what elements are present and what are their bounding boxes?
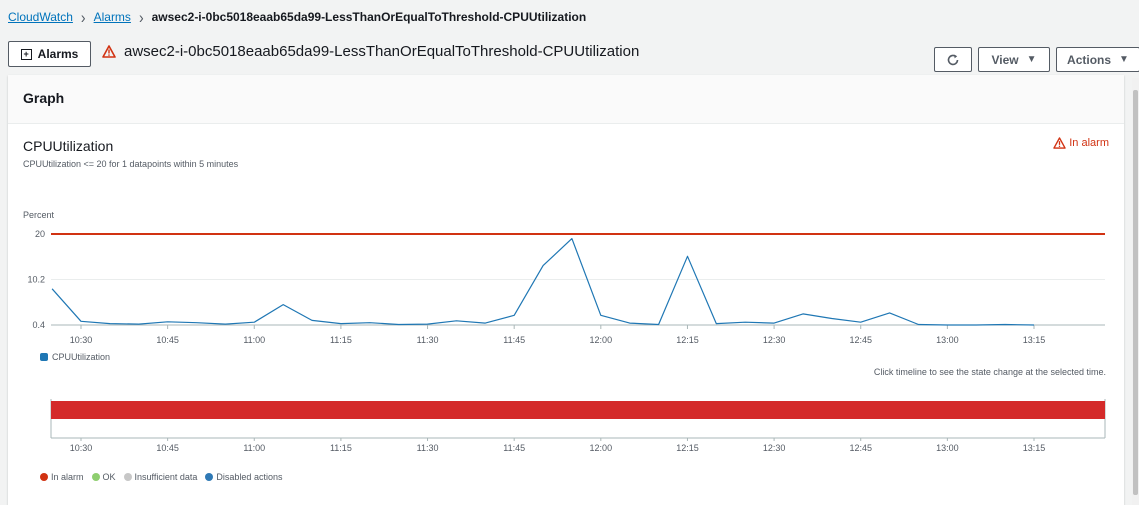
metric-chart[interactable]: 20 10.2 0.4 10:30 10:45 11:00 11:15 11:30 11:45 1…: [8, 75, 1124, 505]
x-tick-label: 12:00: [590, 335, 613, 345]
series-line-cpuutilization: [51, 238, 1035, 326]
x-tick-label: 11:30: [417, 335, 439, 345]
chevron-right-icon: ›: [80, 7, 86, 27]
y-tick-label: 10.2: [27, 275, 45, 285]
timeline-tick-label: 10:45: [156, 443, 179, 453]
timeline-tick-label: 12:30: [763, 443, 786, 453]
x-tick-label: 12:30: [763, 335, 786, 345]
x-tick-label: 10:30: [70, 335, 93, 345]
timeline-tick-label: 11:15: [330, 443, 352, 453]
timeline-tick-label: 11:00: [243, 443, 265, 453]
timeline-hint: Click timeline to see the state change a…: [873, 367, 1106, 377]
timeline-tick-label: 11:45: [503, 443, 525, 453]
x-tick-label: 12:45: [849, 335, 872, 345]
legend-label: Disabled actions: [216, 472, 283, 482]
x-tick-label: 11:45: [503, 335, 525, 345]
breadcrumb-current: awsec2-i-0bc5018eaab65da99-LessThanOrEqu…: [151, 10, 587, 24]
x-tick-label: 11:15: [330, 335, 352, 345]
page-header: + Alarms awsec2-i-0bc5018eaab65da99-Less…: [8, 41, 1139, 72]
legend-swatch: [123, 473, 132, 481]
page-title: awsec2-i-0bc5018eaab65da99-LessThanOrEqu…: [124, 43, 640, 60]
alarms-button-label: Alarms: [37, 47, 79, 61]
timeline-tick-label: 12:45: [849, 443, 872, 453]
breadcrumb-cloudwatch-link[interactable]: CloudWatch: [8, 10, 73, 24]
series-legend[interactable]: CPUUtilization: [40, 352, 110, 362]
vertical-scrollbar[interactable]: [1132, 78, 1139, 505]
x-tick-label: 13:15: [1023, 335, 1046, 345]
view-dropdown-button[interactable]: View ▼: [978, 47, 1050, 72]
y-tick-label: 0.4: [32, 320, 45, 330]
series-legend-label: CPUUtilization: [52, 352, 111, 362]
legend-disabled-actions: Disabled actions: [205, 472, 282, 482]
caret-down-icon: ▼: [1026, 54, 1037, 65]
warning-icon: [102, 45, 116, 58]
timeline-tick-label: 12:00: [590, 443, 613, 453]
legend-ok: OK: [91, 472, 116, 482]
x-tick-label: 10:45: [156, 335, 179, 345]
refresh-icon: [947, 54, 959, 65]
legend-in-alarm: In alarm: [40, 472, 84, 482]
legend-swatch: [91, 473, 100, 481]
legend-label: Insufficient data: [134, 472, 198, 482]
actions-button-label: Actions: [1067, 52, 1112, 67]
view-button-label: View: [991, 52, 1019, 67]
alarms-button[interactable]: + Alarms: [8, 41, 91, 67]
timeline-alarm-bar[interactable]: [51, 401, 1105, 419]
caret-down-icon: ▼: [1119, 54, 1129, 65]
timeline-tick-label: 13:15: [1023, 443, 1046, 453]
page-title-row: awsec2-i-0bc5018eaab65da99-LessThanOrEqu…: [102, 43, 639, 60]
timeline-tick-label: 10:30: [70, 443, 93, 453]
x-tick-label: 12:15: [676, 335, 699, 345]
breadcrumb-alarms-link[interactable]: Alarms: [94, 10, 131, 24]
expand-icon: +: [20, 48, 32, 60]
timeline-tick-label: 12:15: [676, 443, 699, 453]
actions-dropdown-button[interactable]: Actions ▼: [1056, 47, 1139, 72]
x-tick-label: 11:00: [243, 335, 265, 345]
scrollbar-thumb[interactable]: [1133, 90, 1138, 495]
legend-swatch: [205, 473, 214, 481]
timeline-tick-label: 13:00: [936, 443, 959, 453]
state-legend: In alarm OK Insufficient data Disabled a…: [40, 472, 282, 482]
refresh-button[interactable]: [934, 47, 972, 72]
legend-label: OK: [102, 472, 116, 482]
legend-swatch: [40, 473, 48, 481]
chevron-right-icon: ›: [138, 7, 144, 27]
x-tick-label: 13:00: [936, 335, 959, 345]
legend-label: In alarm: [51, 472, 84, 482]
legend-insufficient-data: Insufficient data: [123, 472, 198, 482]
timeline-tick-label: 11:30: [417, 443, 439, 453]
series-swatch: [40, 353, 48, 361]
breadcrumb: CloudWatch › Alarms › awsec2-i-0bc5018ea…: [8, 7, 587, 27]
y-tick-label: 20: [35, 229, 45, 239]
graph-panel: Graph CPUUtilization CPUUtilization <= 2…: [8, 75, 1124, 505]
